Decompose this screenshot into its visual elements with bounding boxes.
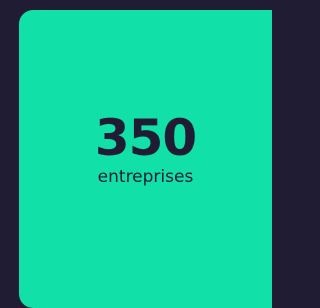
stat-card: 350 entreprises [19, 10, 272, 308]
stat-label: entreprises [97, 166, 194, 187]
stat-value: 350 [94, 108, 197, 167]
